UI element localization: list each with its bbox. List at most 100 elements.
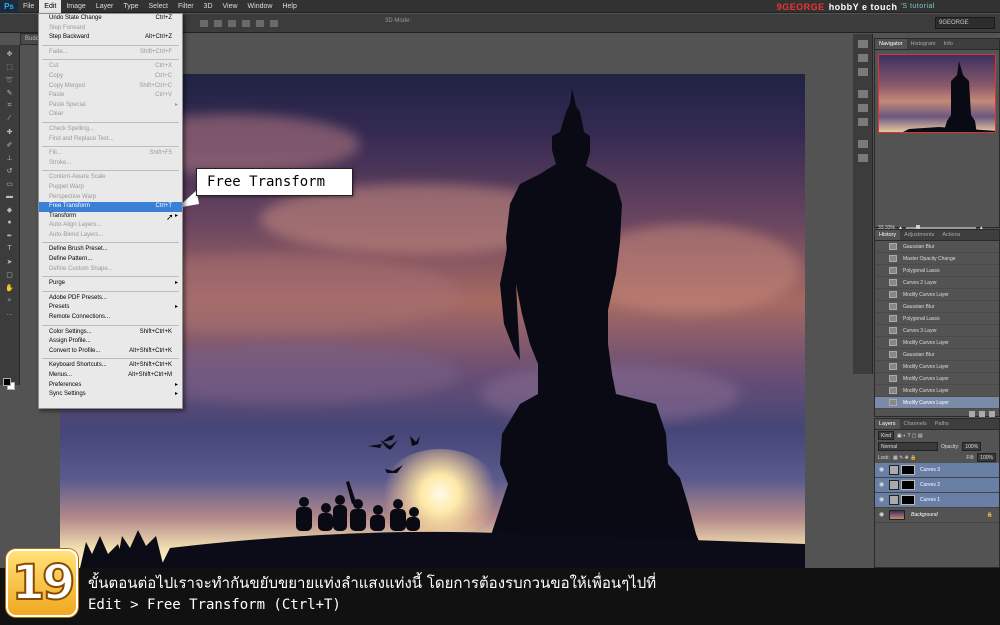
history-brush-tool-icon[interactable]: ↺: [3, 166, 17, 175]
layer-mask-thumbnail[interactable]: [901, 465, 915, 475]
workspace-select[interactable]: 9GEORGE: [935, 17, 995, 29]
menu-view[interactable]: View: [218, 0, 243, 13]
tab-navigator[interactable]: Navigator: [875, 39, 907, 49]
snapshot-icon[interactable]: [979, 411, 985, 417]
zoom-tool-icon[interactable]: ⌕: [3, 296, 17, 305]
menu-select[interactable]: Select: [144, 0, 173, 13]
menu-filter[interactable]: Filter: [173, 0, 199, 13]
history-state[interactable]: Polygonal Lasso: [875, 265, 999, 277]
history-state[interactable]: Modify Curves Layer: [875, 397, 999, 409]
menu-item-cut[interactable]: Cut Ctrl+X: [39, 62, 182, 72]
menu-edit[interactable]: Edit: [39, 0, 62, 13]
align-icons[interactable]: [200, 20, 278, 27]
stamp-tool-icon[interactable]: ⊥: [3, 153, 17, 162]
menu-item-adobe-pdf-presets[interactable]: Adobe PDF Presets...: [39, 294, 182, 304]
fill-input[interactable]: 100%: [977, 453, 996, 462]
blend-mode-select[interactable]: Normal: [878, 442, 938, 451]
menu-item-free-transform[interactable]: Free Transform Ctrl+T: [39, 202, 182, 212]
brush-panel-icon[interactable]: [857, 54, 868, 62]
foreground-color-swatch[interactable]: [3, 378, 11, 386]
visibility-eye-icon[interactable]: ◉: [879, 467, 886, 474]
history-state[interactable]: Curves 3 Layer: [875, 325, 999, 337]
tab-actions[interactable]: Actions: [938, 230, 964, 240]
clone-source-panel-icon[interactable]: [857, 68, 868, 76]
menu-item-find-and-replace-text[interactable]: Find and Replace Text...: [39, 135, 182, 145]
menu-item-color-settings[interactable]: Color Settings... Shift+Ctrl+K: [39, 328, 182, 338]
menu-item-fill[interactable]: Fill... Shift+F5: [39, 149, 182, 159]
menu-item-stroke[interactable]: Stroke...: [39, 159, 182, 169]
menu-item-paste[interactable]: Paste Ctrl+V: [39, 91, 182, 101]
menu-item-purge[interactable]: Purge ▸: [39, 279, 182, 289]
menu-item-preferences[interactable]: Preferences ▸: [39, 381, 182, 391]
menu-item-presets[interactable]: Presets ▸: [39, 303, 182, 313]
layer-row[interactable]: ◉ Curves 3: [875, 463, 999, 478]
visibility-eye-icon[interactable]: ◉: [879, 482, 886, 489]
layer-mask-thumbnail[interactable]: [901, 495, 915, 505]
3d-panel-icon[interactable]: [857, 140, 868, 148]
brush-tool-icon[interactable]: ✐: [3, 140, 17, 149]
layer-row[interactable]: ◉ Background 🔒: [875, 508, 999, 523]
history-state[interactable]: Polygonal Lasso: [875, 313, 999, 325]
character-panel-icon[interactable]: [857, 90, 868, 98]
tab-info[interactable]: Info: [940, 39, 957, 49]
kind-filter-select[interactable]: Kind: [878, 431, 895, 440]
menu-item-keyboard-shortcuts[interactable]: Keyboard Shortcuts... Alt+Shift+Ctrl+K: [39, 361, 182, 371]
eyedropper-tool-icon[interactable]: ⁄: [3, 114, 17, 123]
menu-item-paste-special[interactable]: Paste Special ▸: [39, 101, 182, 111]
history-state[interactable]: Modify Curves Layer: [875, 289, 999, 301]
layer-comps-panel-icon[interactable]: [857, 154, 868, 162]
opacity-input[interactable]: 100%: [962, 442, 982, 451]
menu-help[interactable]: Help: [277, 0, 301, 13]
menu-item-step-backward[interactable]: Step Backward Alt+Ctrl+Z: [39, 33, 182, 43]
lasso-tool-icon[interactable]: ➰: [3, 75, 17, 84]
history-state[interactable]: Modify Curves Layer: [875, 385, 999, 397]
menu-item-auto-blend-layers[interactable]: Auto-Blend Layers...: [39, 231, 182, 241]
layer-row[interactable]: ◉ Curves 1: [875, 493, 999, 508]
gradient-tool-icon[interactable]: ▬: [3, 192, 17, 201]
menu-item-transform[interactable]: Transform ▸: [39, 212, 182, 222]
hand-tool-icon[interactable]: ✋: [3, 283, 17, 292]
menu-item-check-spelling[interactable]: Check Spelling...: [39, 125, 182, 135]
dodge-tool-icon[interactable]: ●: [3, 218, 17, 227]
tab-channels[interactable]: Channels: [900, 419, 931, 429]
menu-item-content-aware-scale[interactable]: Content-Aware Scale: [39, 173, 182, 183]
menu-layer[interactable]: Layer: [91, 0, 119, 13]
visibility-eye-icon[interactable]: ◉: [879, 497, 886, 504]
history-state[interactable]: Gaussian Blur: [875, 301, 999, 313]
menu-image[interactable]: Image: [61, 0, 90, 13]
tab-paths[interactable]: Paths: [931, 419, 953, 429]
history-panel-icon[interactable]: [857, 40, 868, 48]
path-select-tool-icon[interactable]: ➤: [3, 257, 17, 266]
history-state[interactable]: Master Opacity Change: [875, 253, 999, 265]
blur-tool-icon[interactable]: ◆: [3, 205, 17, 214]
menu-item-fade[interactable]: Fade... Shift+Ctrl+F: [39, 48, 182, 58]
menu-item-sync-settings[interactable]: Sync Settings ▸: [39, 390, 182, 400]
type-tool-icon[interactable]: T: [3, 244, 17, 253]
tab-histogram[interactable]: Histogram: [907, 39, 940, 49]
menu-item-step-forward[interactable]: Step Forward: [39, 24, 182, 34]
shape-tool-icon[interactable]: ▢: [3, 270, 17, 279]
eraser-tool-icon[interactable]: ▭: [3, 179, 17, 188]
trash-icon[interactable]: [989, 411, 995, 417]
history-state[interactable]: Modify Curves Layer: [875, 337, 999, 349]
tab-adjustments[interactable]: Adjustments: [900, 230, 938, 240]
more-tools-icon[interactable]: …: [3, 309, 17, 318]
layer-mask-thumbnail[interactable]: [901, 480, 915, 490]
history-state[interactable]: Curves 2 Layer: [875, 277, 999, 289]
quick-select-tool-icon[interactable]: ✎: [3, 88, 17, 97]
menu-file[interactable]: File: [18, 0, 39, 13]
tab-history[interactable]: History: [875, 230, 901, 240]
new-document-icon[interactable]: [969, 411, 975, 417]
marquee-tool-icon[interactable]: ⬚: [3, 62, 17, 71]
menu-item-puppet-warp[interactable]: Puppet Warp: [39, 183, 182, 193]
menu-item-menus[interactable]: Menus... Alt+Shift+Ctrl+M: [39, 371, 182, 381]
history-state[interactable]: Modify Curves Layer: [875, 373, 999, 385]
properties-panel-icon[interactable]: [857, 118, 868, 126]
history-state[interactable]: Gaussian Blur: [875, 349, 999, 361]
menu-item-define-brush-preset[interactable]: Define Brush Preset...: [39, 245, 182, 255]
tab-layers[interactable]: Layers: [875, 419, 900, 429]
menu-item-define-pattern[interactable]: Define Pattern...: [39, 255, 182, 265]
layer-row[interactable]: ◉ Curves 2: [875, 478, 999, 493]
filter-icons[interactable]: ▣ ◐ T ▢ ▤: [897, 433, 923, 439]
crop-tool-icon[interactable]: ⌗: [3, 101, 17, 110]
